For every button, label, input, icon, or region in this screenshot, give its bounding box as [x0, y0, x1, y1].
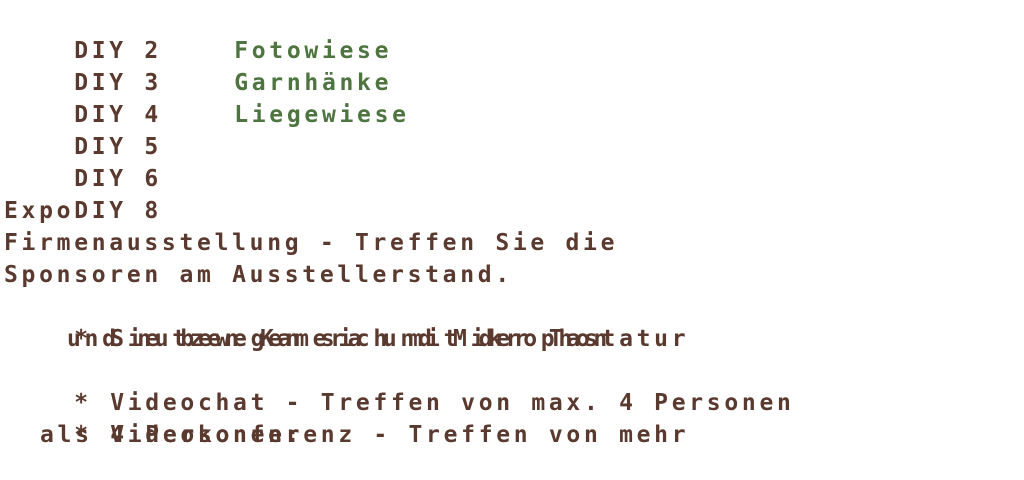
text-screen: DIY 2 Fotowiese DIY 3 Garnhänke DIY 4 Liege… [0, 0, 1024, 480]
room-code: DIY 5 [74, 134, 162, 160]
room-name: Liegewiese [234, 102, 410, 128]
bullet-marker: * [74, 390, 92, 416]
expo-description-line-1: Firmenausstellung - Treffen Sie die [4, 230, 619, 256]
room-row-diy-2: DIY 2 Fotowiese [4, 3, 1024, 64]
bullet-item-videochat: * Videochat - Treffen von max. 4 Personen [4, 355, 1024, 416]
bullet-item-keyboard: * Sie bewegen sich mit der Tastatur [4, 291, 1024, 352]
room-code: DIY 6 [74, 166, 162, 192]
room-name: Fotowiese [234, 38, 393, 64]
bullet-text: Videochat - Treffen von max. 4 Personen [110, 390, 795, 416]
room-name: Garnhänke [234, 70, 393, 96]
room-code: DIY 2 [74, 38, 162, 64]
room-code: DIY 8 [74, 198, 162, 224]
bullet-item-keyboard-continuation: und nutzen Kamera und Mikrophon [67, 326, 611, 352]
expo-description-line-2: Sponsoren am Ausstellerstand. [4, 262, 513, 288]
room-code: DIY 3 [74, 70, 162, 96]
room-code: DIY 4 [74, 102, 162, 128]
